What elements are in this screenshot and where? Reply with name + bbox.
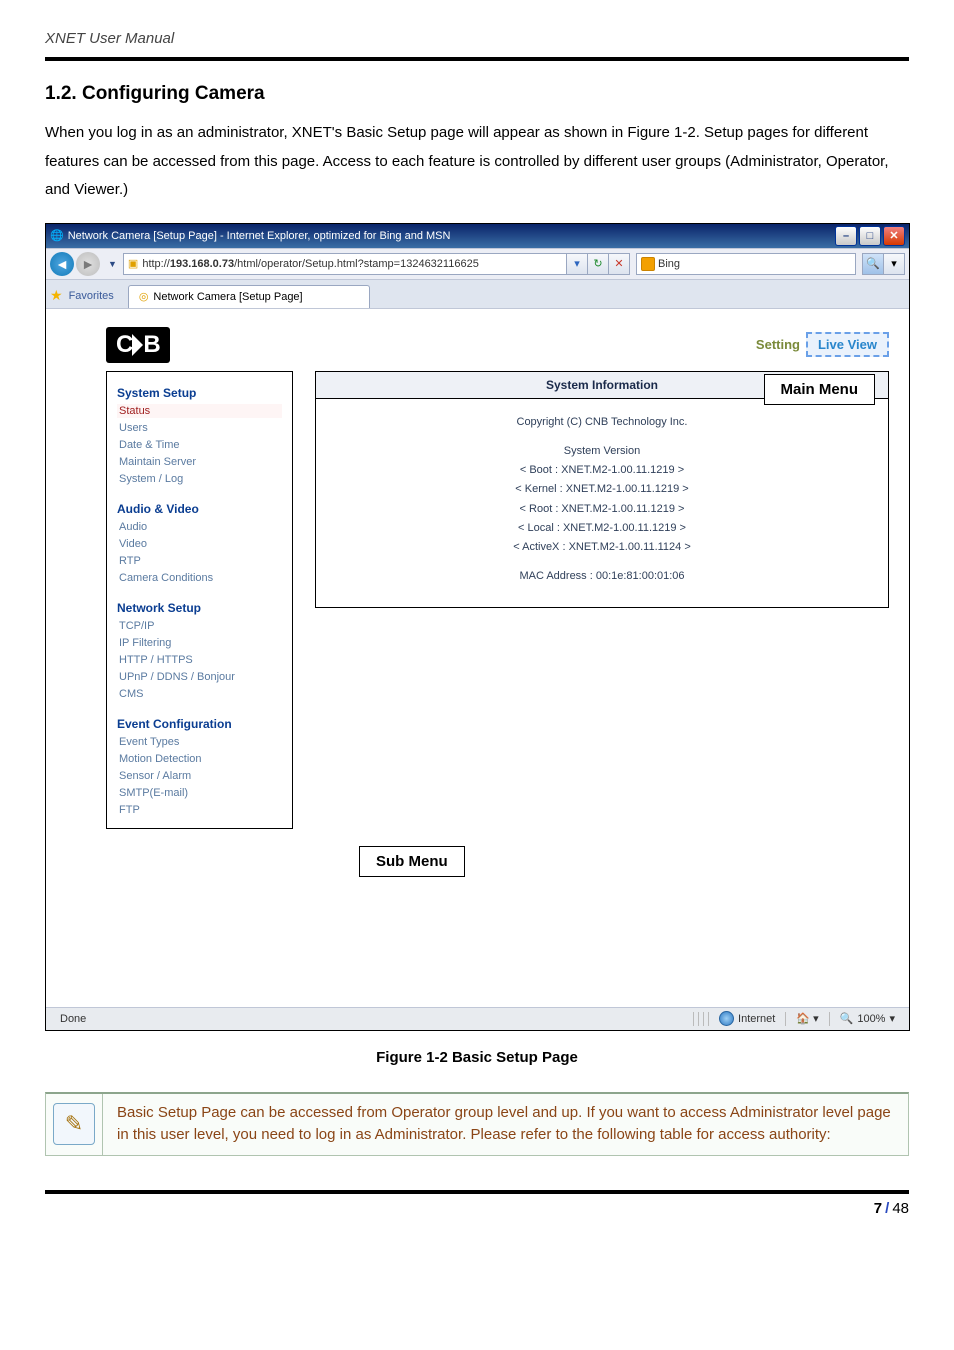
note-text: Basic Setup Page can be accessed from Op… (103, 1094, 908, 1155)
status-bar: Done Internet 🏠 ▾ 🔍 100% ▾ (46, 1007, 909, 1030)
mac-address: MAC Address : 00:1e:81:00:01:06 (316, 567, 888, 586)
maximize-button[interactable]: □ (859, 226, 881, 246)
sidebar-item-tcpip[interactable]: TCP/IP (117, 619, 282, 633)
version-kernel: < Kernel : XNET.M2-1.00.11.1219 > (316, 480, 888, 499)
favorites-label[interactable]: Favorites (69, 290, 114, 302)
bing-icon: Bing (641, 257, 680, 271)
sidebar-item-sensor-alarm[interactable]: Sensor / Alarm (117, 769, 282, 783)
sidebar-item-upnp-ddns-bonjour[interactable]: UPnP / DDNS / Bonjour (117, 670, 282, 684)
sidebar-item-smtp[interactable]: SMTP(E-mail) (117, 786, 282, 800)
sidebar: System Setup Status Users Date & Time Ma… (106, 371, 293, 829)
version-activex: < ActiveX : XNET.M2-1.00.11.1124 > (316, 538, 888, 557)
sidebar-item-maintain-server[interactable]: Maintain Server (117, 455, 282, 469)
sidebar-item-date-time[interactable]: Date & Time (117, 438, 282, 452)
address-bar: ◄ ► ▼ ▣ http://193.168.0.73/html/operato… (46, 248, 909, 280)
top-rule (45, 57, 909, 61)
recent-dropdown[interactable]: ▼ (108, 259, 117, 269)
pencil-icon: ✎ (53, 1103, 95, 1145)
group-event-configuration: Event Configuration (117, 717, 282, 731)
screenshot-window: 🌐 Network Camera [Setup Page] - Internet… (45, 223, 910, 1031)
copyright-line: Copyright (C) CNB Technology Inc. (316, 413, 888, 432)
status-zone-label: Internet (738, 1013, 775, 1025)
section-title: 1.2. Configuring Camera (45, 83, 909, 105)
figure-caption: Figure 1-2 Basic Setup Page (45, 1049, 909, 1066)
page-total: 48 (892, 1200, 909, 1217)
refresh-button[interactable]: ↻ (587, 253, 609, 275)
nav-back-button[interactable]: ◄ (50, 252, 74, 276)
addr-dropdown-button[interactable]: ▾ (566, 253, 588, 275)
page-current: 7 (874, 1200, 882, 1217)
sidebar-item-rtp[interactable]: RTP (117, 554, 282, 568)
version-local: < Local : XNET.M2-1.00.11.1219 > (316, 519, 888, 538)
callout-main-menu: Main Menu (764, 374, 876, 405)
sidebar-item-ftp[interactable]: FTP (117, 803, 282, 817)
sidebar-item-http-https[interactable]: HTTP / HTTPS (117, 653, 282, 667)
status-zone: Internet (711, 1011, 783, 1026)
window-titlebar: 🌐 Network Camera [Setup Page] - Internet… (46, 224, 909, 248)
favorites-star-icon[interactable]: ★ (50, 287, 63, 304)
page-favicon: ▣ (128, 257, 138, 270)
nav-forward-button[interactable]: ► (76, 252, 100, 276)
system-version-label: System Version (316, 442, 888, 461)
content-area: System Information Copyright (C) CNB Tec… (315, 371, 889, 608)
url-scheme: http:// (142, 258, 170, 270)
page-body: CB Setting Live View Main Menu Sub Menu … (46, 309, 909, 1007)
browser-tab[interactable]: ◎ Network Camera [Setup Page] (128, 285, 370, 308)
ie-icon: 🌐 (50, 229, 64, 242)
search-dropdown[interactable]: ▾ (883, 253, 905, 275)
system-info-body: Copyright (C) CNB Technology Inc. System… (315, 399, 889, 608)
stop-button[interactable]: ✕ (608, 253, 630, 275)
sidebar-item-camera-conditions[interactable]: Camera Conditions (117, 571, 282, 585)
sidebar-item-cms[interactable]: CMS (117, 687, 282, 701)
sidebar-item-users[interactable]: Users (117, 421, 282, 435)
note-icon-cell: ✎ (46, 1094, 103, 1155)
bottom-rule (45, 1190, 909, 1194)
zoom-icon: 🔍 (840, 1012, 854, 1025)
tab-strip: ★ Favorites ◎ Network Camera [Setup Page… (46, 280, 909, 309)
tab-favicon: ◎ (139, 290, 149, 303)
callout-sub-menu: Sub Menu (359, 846, 465, 877)
protected-mode-icon[interactable]: 🏠 ▾ (788, 1012, 826, 1025)
group-network-setup: Network Setup (117, 601, 282, 615)
sidebar-item-event-types[interactable]: Event Types (117, 735, 282, 749)
page-banner: CB Setting Live View (106, 323, 889, 367)
setting-link[interactable]: Setting (756, 337, 800, 352)
url-path: /html/operator/Setup.html?stamp=13246321… (234, 258, 479, 270)
sidebar-item-motion-detection[interactable]: Motion Detection (117, 752, 282, 766)
window-title: Network Camera [Setup Page] - Internet E… (68, 230, 833, 242)
group-system-setup: System Setup (117, 386, 282, 400)
note-box: ✎ Basic Setup Page can be accessed from … (45, 1092, 909, 1156)
zoom-value: 100% (857, 1013, 885, 1025)
zoom-dropdown[interactable]: ▾ (889, 1012, 895, 1025)
url-host: 193.168.0.73 (170, 258, 234, 270)
search-field[interactable]: Bing (636, 253, 856, 275)
status-done: Done (52, 1013, 94, 1025)
sidebar-item-ip-filtering[interactable]: IP Filtering (117, 636, 282, 650)
minimize-button[interactable]: – (835, 226, 857, 246)
globe-icon (719, 1011, 734, 1026)
url-field[interactable]: ▣ http://193.168.0.73/html/operator/Setu… (123, 253, 567, 275)
zoom-control[interactable]: 🔍 100% ▾ (832, 1012, 903, 1025)
liveview-link[interactable]: Live View (806, 332, 889, 357)
sidebar-item-status[interactable]: Status (117, 404, 282, 418)
version-root: < Root : XNET.M2-1.00.11.1219 > (316, 500, 888, 519)
version-boot: < Boot : XNET.M2-1.00.11.1219 > (316, 461, 888, 480)
intro-paragraph: When you log in as an administrator, XNE… (45, 119, 909, 205)
tab-title: Network Camera [Setup Page] (153, 291, 302, 303)
search-engine-label: Bing (658, 258, 680, 270)
page-number: 7/48 (45, 1200, 909, 1217)
sidebar-item-video[interactable]: Video (117, 537, 282, 551)
group-audio-video: Audio & Video (117, 502, 282, 516)
search-button[interactable]: 🔍 (862, 253, 884, 275)
close-button[interactable]: ✕ (883, 226, 905, 246)
sidebar-item-audio[interactable]: Audio (117, 520, 282, 534)
running-head: XNET User Manual (45, 30, 909, 47)
sidebar-item-system-log[interactable]: System / Log (117, 472, 282, 486)
brand-logo: CB (106, 327, 170, 363)
